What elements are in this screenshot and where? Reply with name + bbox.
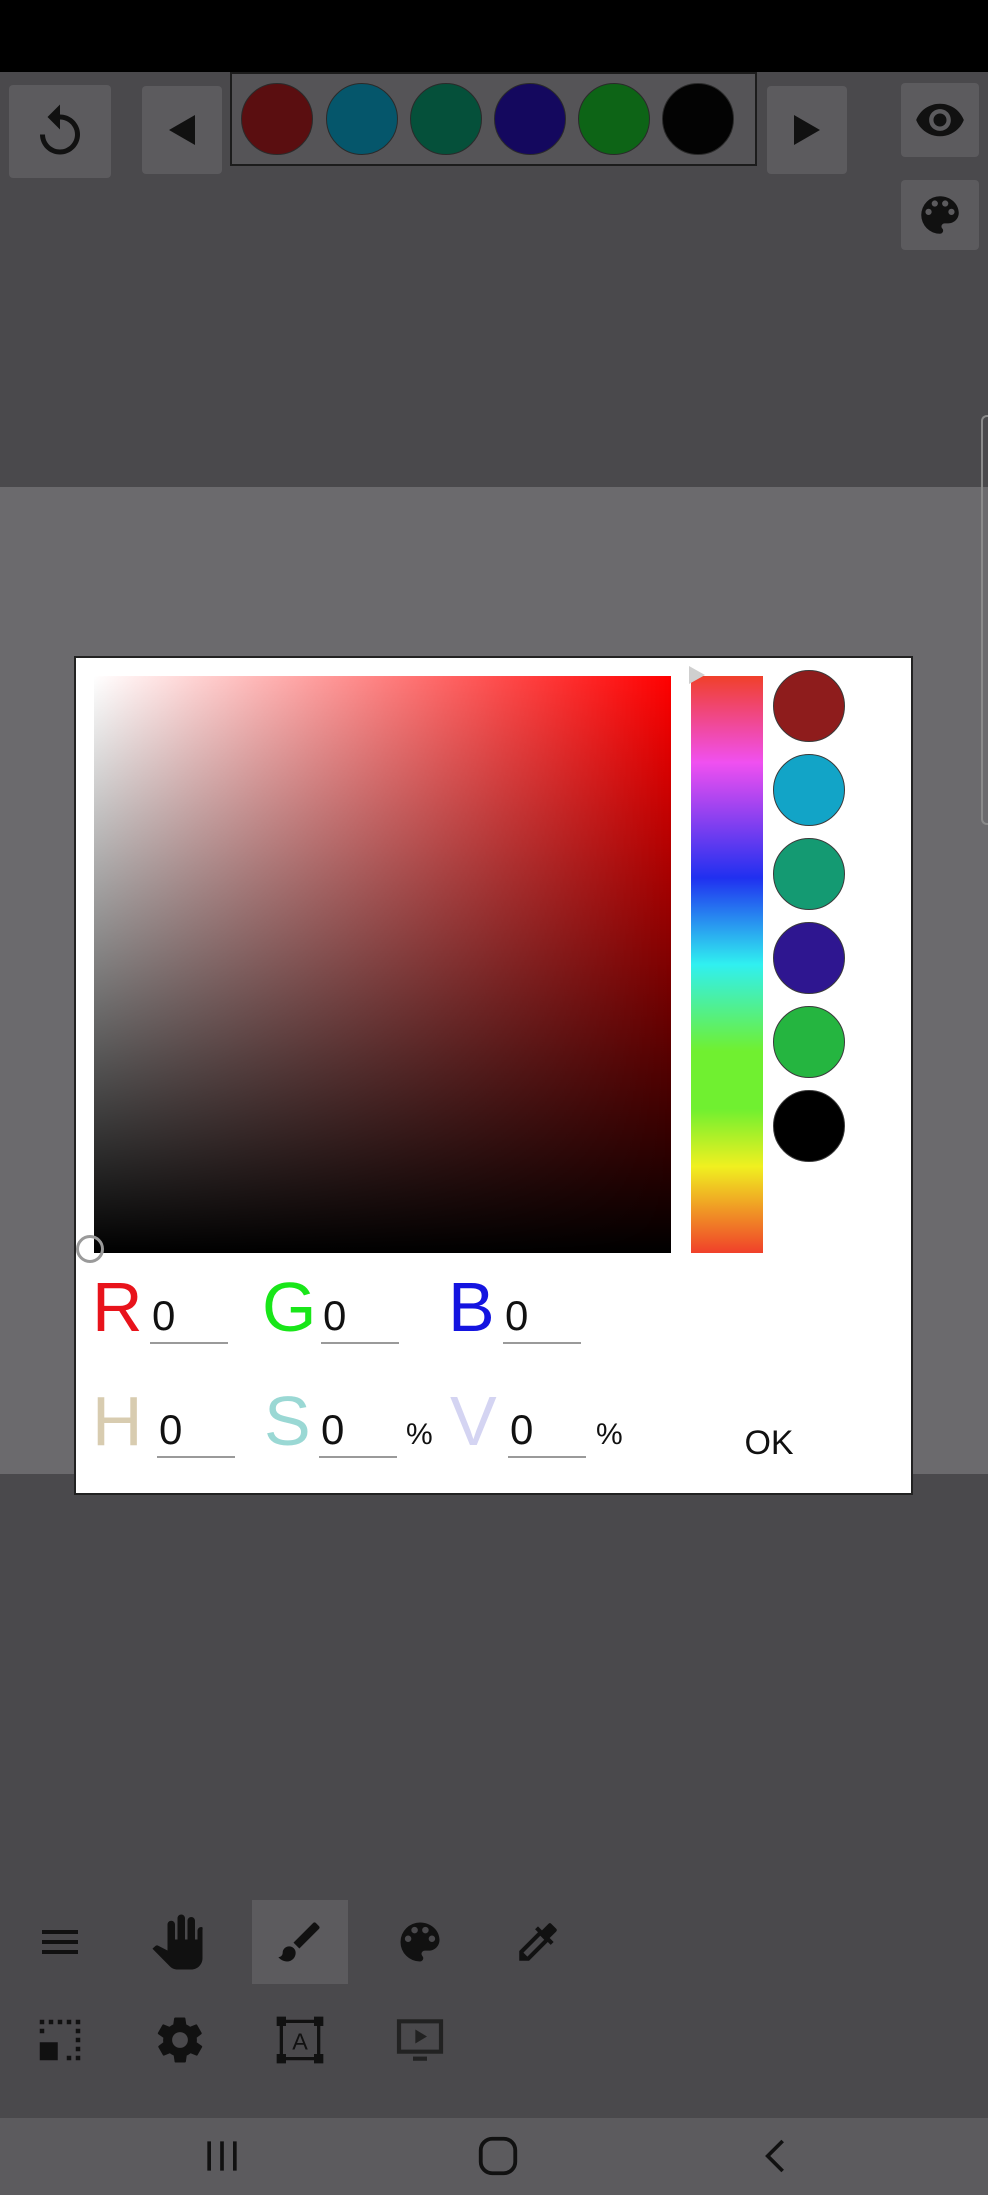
preset-swatch-4[interactable] [773, 922, 845, 994]
red-field[interactable]: 0 [150, 1288, 228, 1344]
value-unit: % [596, 1418, 623, 1451]
triangle-left-icon [169, 115, 195, 145]
palette-next-button[interactable] [767, 86, 847, 174]
green-label: G [262, 1268, 317, 1346]
hue-slider[interactable] [691, 676, 763, 1253]
hand-icon [152, 1914, 203, 1970]
color-picker-dialog: R 0 G 0 B 0 H 0 S 0 % V 0 % OK [74, 656, 913, 1495]
home-button[interactable] [466, 2128, 530, 2184]
recent-colors-strip [230, 72, 757, 166]
triangle-right-icon [794, 115, 820, 145]
recent-color-1[interactable] [241, 83, 313, 155]
menu-icon [42, 1930, 78, 1954]
selection-tool-button[interactable] [12, 1998, 108, 2082]
value-field[interactable]: 0 [508, 1402, 586, 1458]
palette-button[interactable] [901, 180, 979, 250]
preset-swatch-1[interactable] [773, 670, 845, 742]
undo-icon [40, 104, 80, 154]
back-button[interactable] [744, 2128, 808, 2184]
saturation-field[interactable]: 0 [319, 1402, 397, 1458]
svg-text:A: A [292, 2028, 308, 2054]
recent-color-2[interactable] [326, 83, 398, 155]
blue-label: B [448, 1268, 495, 1346]
side-panel-handle[interactable] [981, 415, 988, 825]
hand-tool-button[interactable] [132, 1900, 228, 1984]
menu-button[interactable] [12, 1900, 108, 1984]
gear-icon [157, 2017, 203, 2063]
home-icon [478, 2136, 518, 2176]
color-tool-button[interactable] [372, 1900, 468, 1984]
lower-workspace [0, 1474, 988, 1886]
preset-swatch-6[interactable] [773, 1090, 845, 1162]
recent-apps-button[interactable] [190, 2128, 254, 2184]
bottom-toolbar: A [0, 1886, 988, 2120]
selection-icon [39, 2019, 81, 2061]
saturation-value-cursor[interactable] [76, 1235, 104, 1263]
hue-field[interactable]: 0 [157, 1402, 235, 1458]
saturation-label: S [264, 1382, 311, 1460]
hue-slider-handle[interactable] [689, 666, 705, 684]
preset-swatch-5[interactable] [773, 1006, 845, 1078]
ok-button[interactable]: OK [731, 1418, 807, 1468]
red-label: R [92, 1268, 143, 1346]
preset-swatch-2[interactable] [773, 754, 845, 826]
saturation-unit: % [406, 1418, 433, 1451]
recent-color-3[interactable] [410, 83, 482, 155]
value-label: V [450, 1382, 497, 1460]
palette-icon [400, 1922, 440, 1962]
undo-button[interactable] [9, 85, 111, 178]
play-screen-icon [396, 2019, 444, 2061]
eyedropper-icon [519, 1923, 557, 1961]
visibility-button[interactable] [901, 83, 979, 157]
recent-apps-icon [207, 2141, 237, 2171]
recent-color-6[interactable] [662, 83, 734, 155]
playback-button[interactable] [372, 1998, 468, 2082]
text-tool-button[interactable]: A [252, 1998, 348, 2082]
status-bar [0, 0, 988, 72]
recent-color-5[interactable] [578, 83, 650, 155]
brush-tool-button[interactable] [252, 1900, 348, 1984]
hue-label: H [92, 1382, 143, 1460]
recent-color-4[interactable] [494, 83, 566, 155]
saturation-value-square[interactable] [94, 676, 671, 1253]
system-nav-bar [0, 2118, 988, 2195]
preset-swatch-3[interactable] [773, 838, 845, 910]
eye-icon [916, 103, 964, 137]
settings-button[interactable] [132, 1998, 228, 2082]
palette-icon [921, 196, 959, 234]
brush-icon [278, 1922, 320, 1962]
green-field[interactable]: 0 [321, 1288, 399, 1344]
text-frame-icon: A [276, 2016, 324, 2064]
back-icon [765, 2139, 784, 2173]
eyedropper-tool-button[interactable] [490, 1900, 586, 1984]
palette-prev-button[interactable] [142, 86, 222, 174]
blue-field[interactable]: 0 [503, 1288, 581, 1344]
